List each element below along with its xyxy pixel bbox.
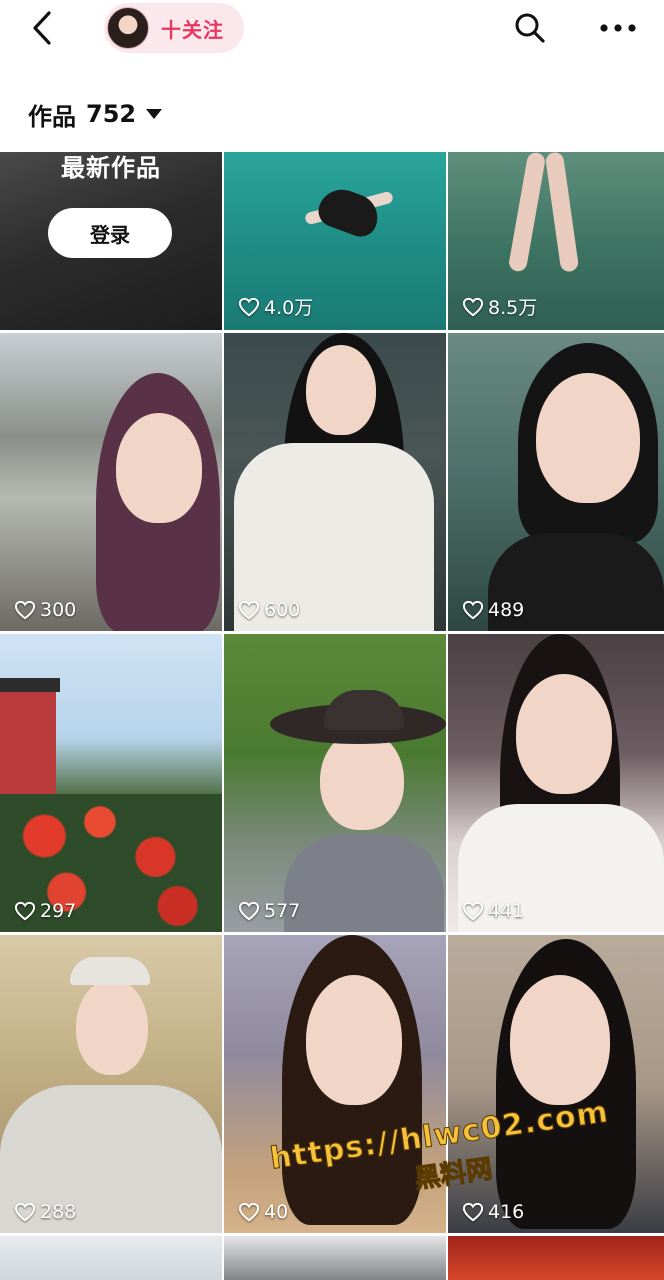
like-count-value: 4.0万 — [264, 297, 314, 319]
heart-icon — [14, 600, 36, 620]
heart-icon — [462, 901, 484, 921]
thumbnail-face — [116, 413, 202, 523]
heart-icon — [14, 1202, 36, 1222]
profile-works-page: 十关注 作品 752 最新作品 登录 4.0万 8.5万 300 600 489… — [0, 0, 664, 1280]
more-dots-icon — [600, 24, 636, 32]
thumbnail-figure — [544, 152, 580, 273]
video-tile[interactable]: 600 — [224, 333, 446, 631]
search-icon — [515, 13, 545, 43]
video-tile[interactable]: 577 — [224, 634, 446, 932]
like-count: 297 — [14, 900, 76, 922]
video-tile[interactable]: 441 — [448, 634, 664, 932]
thumbnail-roof — [0, 678, 60, 692]
like-count-value: 577 — [264, 900, 301, 922]
thumbnail-tower — [0, 684, 56, 804]
video-tile[interactable]: 297 — [0, 634, 222, 932]
chevron-left-icon — [33, 11, 51, 45]
video-tile[interactable] — [0, 1236, 222, 1280]
like-count: 4.0万 — [238, 293, 313, 320]
like-count: 600 — [238, 599, 300, 621]
heart-icon — [462, 600, 484, 620]
follow-label: 十关注 — [161, 17, 224, 42]
heart-icon — [14, 901, 36, 921]
like-count: 8.5万 — [462, 293, 537, 320]
video-tile[interactable] — [224, 1236, 446, 1280]
more-options-button[interactable] — [596, 8, 640, 48]
thumbnail-face — [510, 975, 610, 1105]
latest-works-title: 最新作品 — [61, 154, 161, 182]
like-count-value: 300 — [40, 599, 77, 621]
like-count-value: 288 — [40, 1201, 77, 1223]
video-tile[interactable]: 300 — [0, 333, 222, 631]
back-button[interactable] — [22, 8, 62, 48]
like-count: 416 — [462, 1201, 524, 1223]
video-tile[interactable]: 288 — [0, 935, 222, 1233]
works-tab-label: 作品 — [28, 102, 76, 131]
like-count-value: 600 — [264, 599, 301, 621]
thumbnail-hat — [324, 690, 404, 730]
like-count: 489 — [462, 599, 524, 621]
avatar[interactable] — [107, 7, 149, 49]
caret-down-icon — [146, 109, 163, 119]
works-count: 752 — [86, 100, 137, 128]
thumbnail-cap — [70, 957, 150, 985]
video-tile[interactable] — [448, 1236, 664, 1280]
like-count: 288 — [14, 1201, 76, 1223]
thumbnail-figure — [507, 152, 547, 273]
heart-icon — [462, 1202, 484, 1222]
thumbnail-face — [536, 373, 640, 503]
thumbnail-figure — [313, 182, 385, 242]
follow-button[interactable]: 十关注 — [104, 3, 244, 53]
thumbnail-body — [284, 834, 444, 932]
thumbnail-face — [516, 674, 612, 794]
like-count-value: 297 — [40, 900, 77, 922]
login-button[interactable]: 登录 — [48, 208, 172, 258]
video-tile[interactable]: 8.5万 — [448, 152, 664, 330]
like-count: 577 — [238, 900, 300, 922]
video-tile[interactable]: 489 — [448, 333, 664, 631]
works-tab[interactable]: 作品 752 — [28, 94, 163, 134]
thumbnail-face — [320, 730, 404, 830]
like-count-value: 416 — [488, 1201, 525, 1223]
heart-icon — [238, 297, 260, 316]
like-count: 300 — [14, 599, 76, 621]
video-tile[interactable]: 4.0万 — [224, 152, 446, 330]
top-bar: 十关注 — [0, 0, 664, 60]
latest-works-tile[interactable]: 最新作品 登录 — [0, 152, 222, 330]
heart-icon — [238, 1202, 260, 1222]
thumbnail-face — [306, 345, 376, 435]
thumbnail-face — [306, 975, 402, 1105]
heart-icon — [238, 600, 260, 620]
like-count-value: 441 — [488, 900, 525, 922]
thumbnail-face — [76, 979, 148, 1075]
like-count-value: 489 — [488, 599, 525, 621]
heart-icon — [238, 901, 260, 921]
like-count-value: 8.5万 — [488, 297, 538, 319]
search-button[interactable] — [510, 8, 550, 48]
video-tile[interactable]: 416 — [448, 935, 664, 1233]
heart-icon — [462, 297, 484, 316]
like-count: 441 — [462, 900, 524, 922]
